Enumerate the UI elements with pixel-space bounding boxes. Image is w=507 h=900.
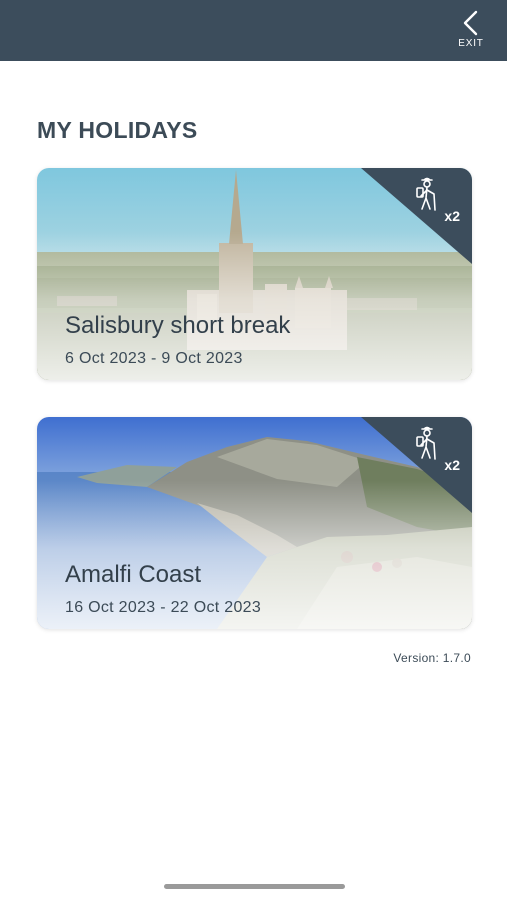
hiker-icon [416, 177, 436, 211]
top-bar: EXIT [0, 0, 507, 61]
holiday-title: Amalfi Coast [65, 561, 202, 588]
home-indicator[interactable] [164, 884, 345, 889]
travellers-badge: x2 [361, 417, 472, 513]
travellers-badge: x2 [361, 168, 472, 264]
holiday-card-salisbury[interactable]: Salisbury short break 6 Oct 2023 - 9 Oct… [37, 168, 472, 380]
hiker-icon [416, 426, 436, 460]
holiday-dates: 6 Oct 2023 - 9 Oct 2023 [65, 350, 243, 367]
holiday-title: Salisbury short break [65, 312, 291, 339]
travellers-count: x2 [444, 457, 460, 473]
holiday-card-amalfi[interactable]: Amalfi Coast 16 Oct 2023 - 22 Oct 2023 x… [37, 417, 472, 629]
exit-button[interactable]: EXIT [449, 10, 493, 56]
page-title: MY HOLIDAYS [37, 117, 198, 143]
exit-label: EXIT [458, 38, 484, 49]
travellers-count: x2 [444, 208, 460, 224]
holiday-dates: 16 Oct 2023 - 22 Oct 2023 [65, 599, 262, 616]
chevron-left-icon [463, 10, 478, 36]
version-text: Version: 1.7.0 [393, 651, 471, 665]
